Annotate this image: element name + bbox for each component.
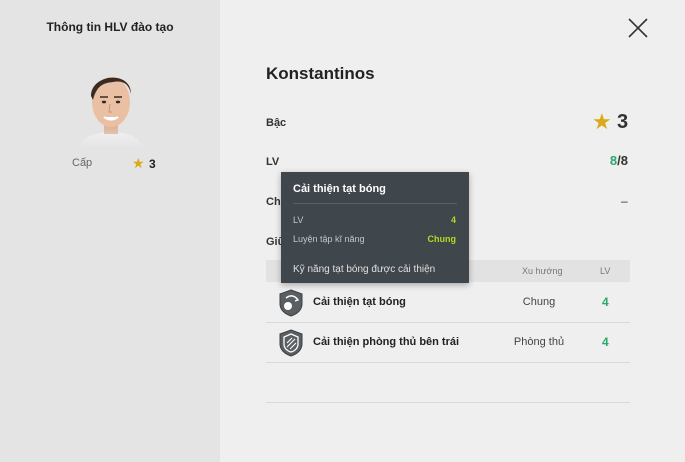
tooltip-divider: [293, 203, 457, 204]
rank-star-icon: ★: [592, 109, 612, 134]
skill-lv: 4: [602, 335, 609, 349]
level-value: 3: [149, 157, 156, 171]
star-icon: ★: [132, 155, 145, 171]
crossing-ball-icon: [278, 289, 304, 317]
header-category: Xu hướng: [522, 266, 563, 276]
tooltip-lv-value: 4: [450, 215, 456, 225]
skill-row[interactable]: Cải thiện phòng thủ bên trái Phòng thủ 4: [266, 323, 630, 363]
lv-max: /8: [617, 153, 628, 168]
tooltip-skill-label: Luyện tập kĩ năng: [293, 234, 365, 244]
skill-category: Chung: [522, 296, 556, 308]
tooltip-description: Kỹ năng tạt bóng được cải thiện: [293, 264, 436, 275]
panel-title: Thông tin HLV đào tạo: [46, 20, 174, 34]
level-label: Cấp: [72, 157, 93, 169]
chi-value: –: [621, 194, 628, 208]
rank-value: 3: [617, 111, 629, 133]
header-lv: LV: [600, 266, 611, 276]
skill-name: Cải thiện tạt bóng: [313, 296, 406, 308]
divider: [266, 402, 630, 403]
coach-avatar: [79, 66, 143, 148]
lv-value: 8/8: [610, 153, 628, 168]
tooltip-skill-value: Chung: [427, 234, 457, 244]
coach-info-panel: Thông tin HLV đào tạo Cấp ★ 3: [0, 0, 220, 462]
coach-name: Konstantinos: [266, 64, 375, 83]
lv-label: LV: [266, 156, 280, 168]
skill-row[interactable]: Cải thiện tạt bóng Chung 4: [266, 283, 630, 323]
tooltip-lv-label: LV: [293, 215, 304, 225]
skill-tooltip: Cải thiện tạt bóng LV 4 Luyện tập kĩ năn…: [281, 172, 469, 283]
close-icon[interactable]: [626, 16, 650, 40]
rank-label: Bậc: [266, 117, 287, 129]
tooltip-title: Cải thiện tạt bóng: [293, 183, 386, 195]
skill-category: Phòng thủ: [513, 336, 565, 348]
skill-name: Cải thiện phòng thủ bên trái: [313, 336, 460, 348]
skill-lv: 4: [602, 295, 609, 309]
shield-icon: [278, 329, 304, 357]
